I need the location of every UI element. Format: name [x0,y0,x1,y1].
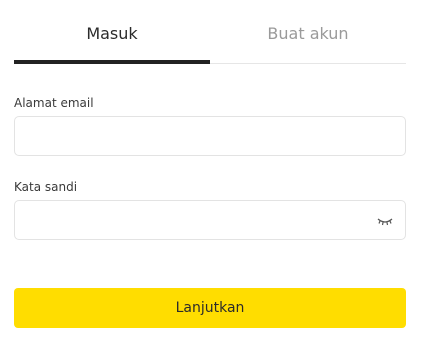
email-field-box [14,116,406,156]
password-field[interactable] [15,201,405,239]
password-label: Kata sandi [14,180,78,194]
email-field[interactable] [15,117,405,155]
email-label: Alamat email [14,96,94,110]
tab-masuk-label: Masuk [86,24,138,43]
continue-button[interactable]: Lanjutkan [14,288,406,328]
login-form: Masuk Buat akun Alamat email Kata sandi … [0,0,422,339]
tab-buat-akun-label: Buat akun [267,24,349,43]
auth-tabs: Masuk Buat akun [14,0,406,64]
tab-buat-akun[interactable]: Buat akun [210,0,406,63]
eye-closed-icon[interactable] [377,213,393,227]
active-tab-underline [14,60,210,64]
tab-masuk[interactable]: Masuk [14,0,210,64]
password-field-box [14,200,406,240]
